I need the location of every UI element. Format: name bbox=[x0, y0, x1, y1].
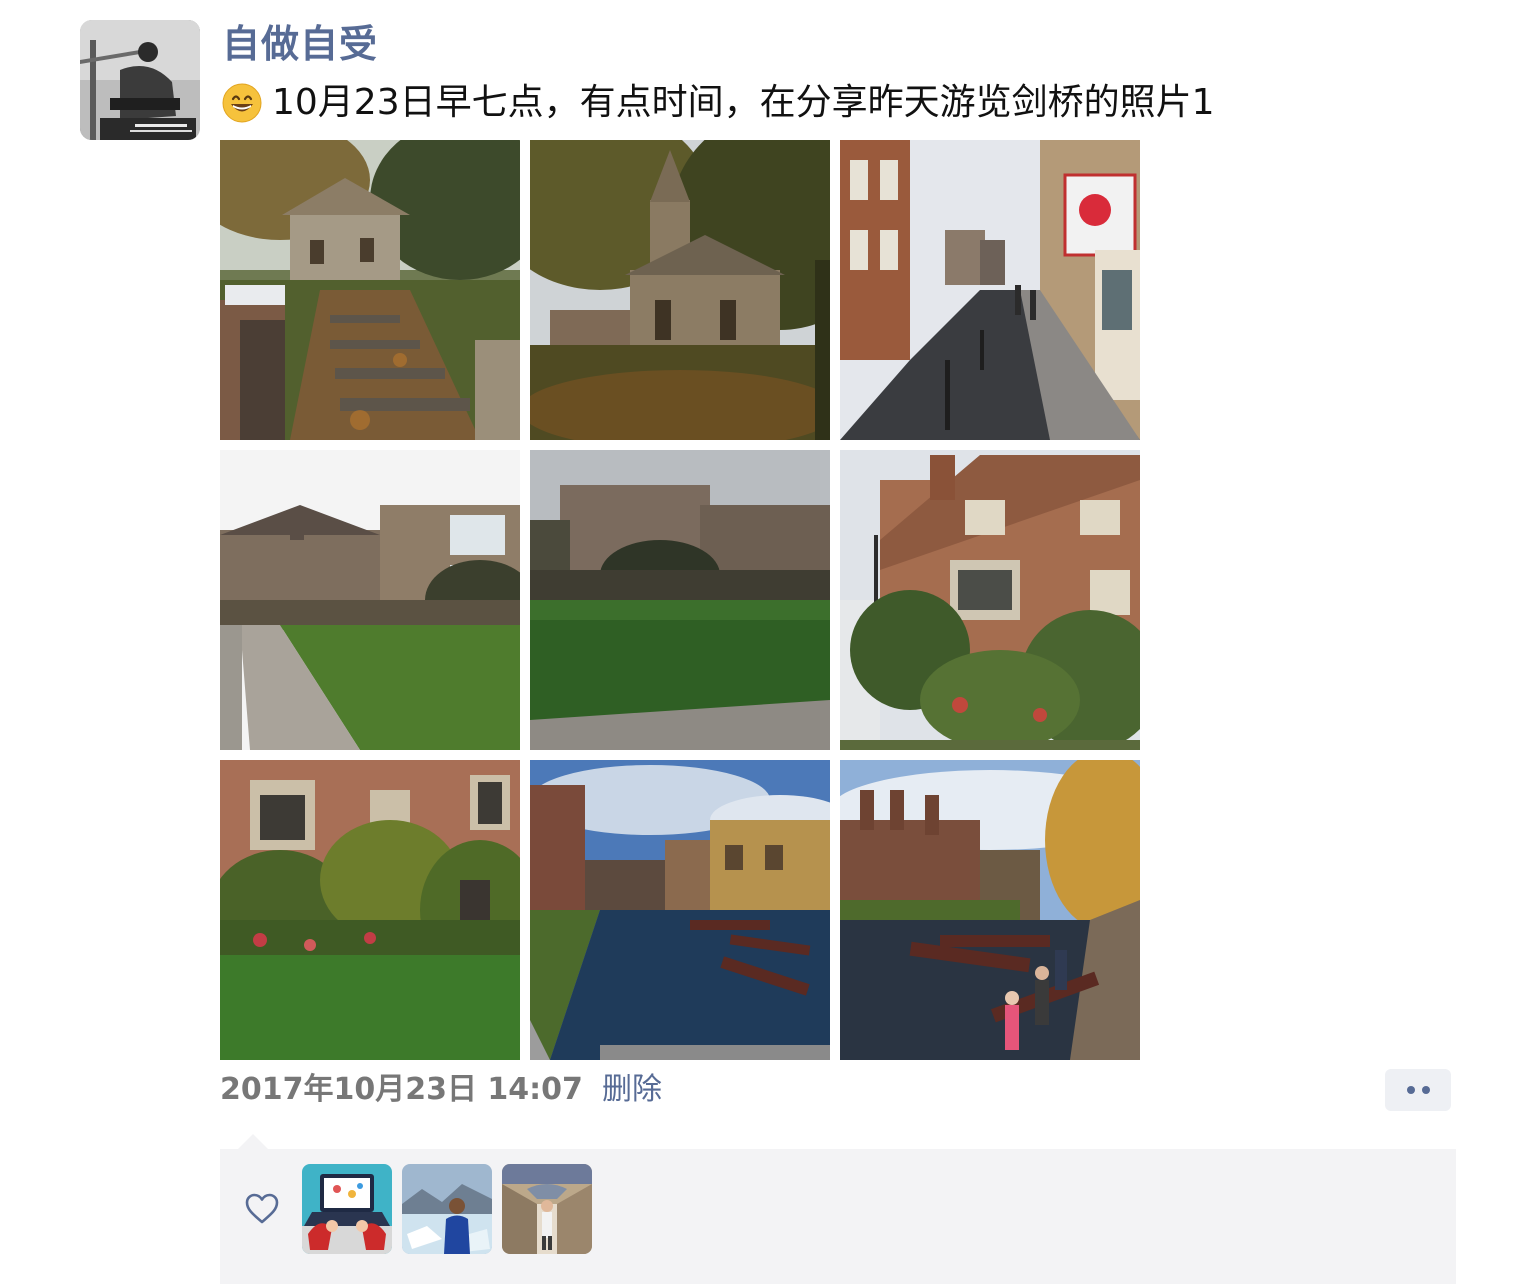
likes-pointer bbox=[238, 1134, 268, 1149]
photo-7[interactable] bbox=[220, 760, 520, 1060]
liker-list bbox=[302, 1164, 592, 1254]
photo-1[interactable] bbox=[220, 140, 520, 440]
more-dot bbox=[1421, 1086, 1430, 1094]
likes-panel bbox=[220, 1149, 1456, 1284]
post-text-row: 10月23日早七点，有点时间，在分享昨天游览剑桥的照片1 bbox=[222, 78, 1215, 128]
grinning-face-icon bbox=[222, 83, 262, 123]
heart-outline-icon bbox=[245, 1193, 279, 1224]
delete-button[interactable]: 删除 bbox=[602, 1068, 662, 1112]
photo-grid bbox=[220, 140, 1140, 1060]
photo-3[interactable] bbox=[840, 140, 1140, 440]
photo-6[interactable] bbox=[840, 450, 1140, 750]
photo-2[interactable] bbox=[530, 140, 830, 440]
photo-8[interactable] bbox=[530, 760, 830, 1060]
photo-9[interactable] bbox=[840, 760, 1140, 1060]
post-text: 10月23日早七点，有点时间，在分享昨天游览剑桥的照片1 bbox=[272, 82, 1215, 123]
more-dot bbox=[1406, 1086, 1415, 1094]
photo-5[interactable] bbox=[530, 450, 830, 750]
post-timestamp: 2017年10月23日 14:07 bbox=[220, 1072, 583, 1107]
photo-4[interactable] bbox=[220, 450, 520, 750]
user-avatar[interactable] bbox=[80, 20, 200, 140]
liker-avatar-glacier[interactable] bbox=[402, 1164, 492, 1254]
user-name[interactable]: 自做自受 bbox=[222, 20, 378, 68]
liker-avatar-laptop[interactable] bbox=[302, 1164, 392, 1254]
liker-avatar-street[interactable] bbox=[502, 1164, 592, 1254]
more-dots-icon[interactable] bbox=[1385, 1069, 1451, 1111]
